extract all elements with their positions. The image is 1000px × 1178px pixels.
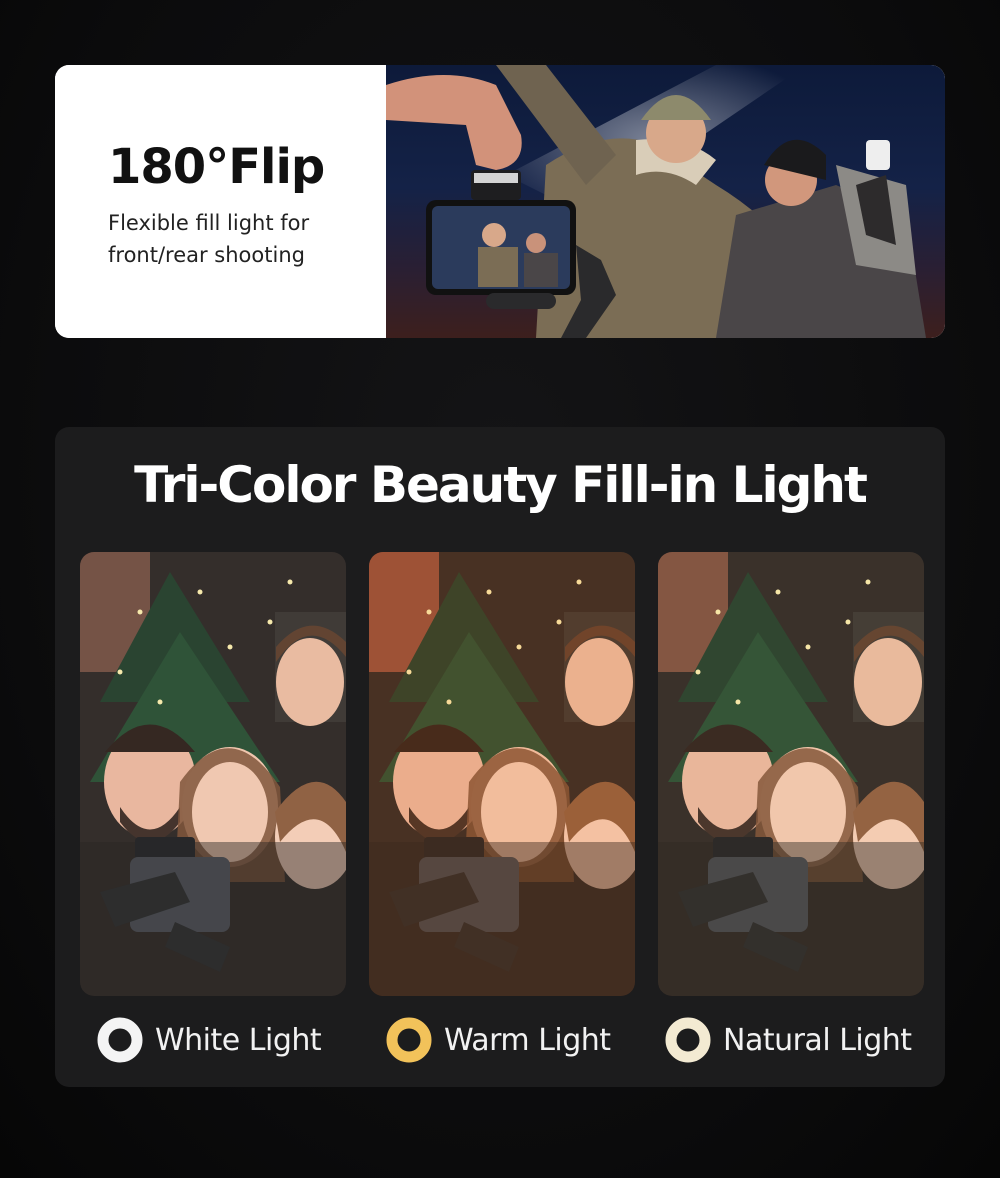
flip-description: Flexible fill light for front/rear shoot… — [108, 211, 310, 267]
white-light-ring-icon — [97, 1017, 143, 1063]
warm-light-label: Warm Light — [386, 1015, 611, 1065]
section-title: Tri-Color Beauty Fill-in Light — [134, 456, 868, 514]
flip-text-block: 180°Flip Flexible fill light for front/r… — [55, 65, 386, 338]
natural-light-photo — [658, 552, 924, 996]
white-light-label: White Light — [97, 1015, 322, 1065]
warm-light-ring-icon — [386, 1017, 432, 1063]
warm-light-photo — [369, 552, 635, 996]
flip-feature-card: 180°Flip Flexible fill light for front/r… — [55, 65, 945, 338]
flip-title: 180°Flip — [108, 139, 325, 195]
natural-light-label: Natural Light — [665, 1015, 912, 1065]
white-light-photo — [80, 552, 346, 996]
flip-photo-illustration — [386, 65, 926, 338]
flip-photo — [386, 65, 945, 338]
natural-light-text: Natural Light — [723, 1022, 912, 1058]
natural-light-ring-icon — [665, 1017, 711, 1063]
warm-light-text: Warm Light — [444, 1022, 611, 1058]
white-light-text: White Light — [155, 1022, 322, 1058]
